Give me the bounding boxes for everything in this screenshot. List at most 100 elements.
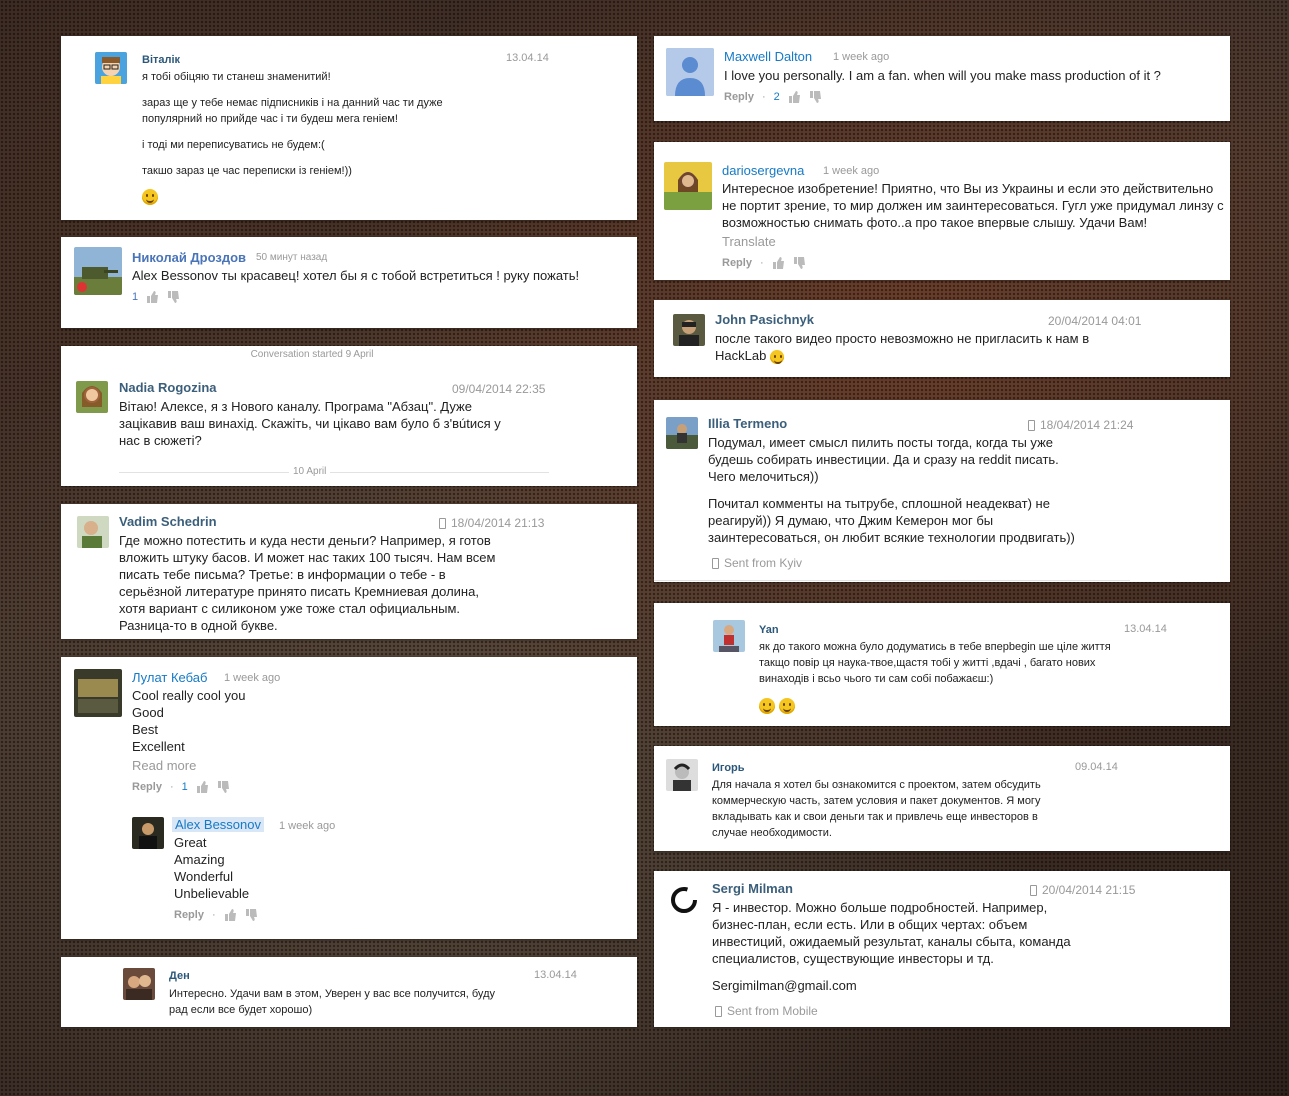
author-name[interactable]: Nadia Rogozina [119, 380, 217, 395]
thumbs-up-icon[interactable] [146, 291, 159, 303]
smile-emoji-icon [759, 697, 775, 714]
author-name[interactable]: dariosergevna [722, 163, 804, 178]
comment-date: 13.04.14 [534, 969, 577, 981]
author-name[interactable]: Illia Termeno [708, 416, 787, 431]
thumbs-up-icon[interactable] [788, 91, 801, 103]
comment-card-lulat: Лулат Кебаб 1 week ago Cool really cool … [61, 657, 637, 939]
reply-text: Great Amazing Wonderful Unbelievable [174, 834, 374, 902]
reply-line: Amazing [174, 852, 225, 867]
like-count: 1 [181, 781, 188, 793]
comment-line: Cool really cool you [132, 688, 246, 703]
comment-line: зараз ще у тебе немає підписників і на д… [142, 97, 443, 125]
phone-icon [439, 518, 446, 530]
comment-text: Вітаю! Алексе, я з Нового каналу. Програ… [119, 399, 501, 448]
comment-time: 1 week ago [224, 672, 281, 684]
comment-time: 20/04/2014 04:01 [1048, 314, 1142, 328]
reply-button[interactable]: Reply [132, 781, 162, 793]
avatar[interactable] [77, 516, 109, 548]
author-name[interactable]: Игорь [712, 760, 745, 776]
sent-from-value: Sent from Mobile [727, 1004, 818, 1018]
date-divider-label: 10 April [289, 466, 331, 477]
reply-line: Unbelievable [174, 886, 250, 901]
reply-button[interactable]: Reply [174, 909, 204, 921]
comment-text: Alex Bessonov ты красавец! хотел бы я с … [132, 268, 580, 283]
comment-text: Подумал, имеет смысл пилить посты тогда,… [708, 434, 1078, 546]
comment-line: і тоді ми переписуватись не будем:( [142, 139, 325, 151]
reply-avatar[interactable] [132, 817, 164, 849]
comment-card-yan: Yan 13.04.14 як до такого можна було дод… [654, 603, 1230, 726]
reply-button[interactable]: Reply [724, 91, 754, 103]
reply-author-name[interactable]: Alex Bessonov [172, 817, 264, 832]
author-name[interactable]: Лулат Кебаб [132, 670, 207, 685]
author-name[interactable]: Vadim Schedrin [119, 514, 217, 529]
comment-text: после такого видео просто невозможно не … [715, 330, 1115, 364]
thumbs-down-icon[interactable] [809, 91, 822, 103]
comment-card-nikolay: Николай Дроздов 50 минут назад Alex Bess… [61, 237, 637, 328]
thumbs-up-icon[interactable] [772, 257, 785, 269]
author-name[interactable]: Maxwell Dalton [724, 49, 812, 64]
comment-actions: 1 [132, 291, 180, 303]
author-name[interactable]: Віталік [142, 52, 180, 68]
thumbs-up-icon[interactable] [196, 781, 209, 793]
comment-text: Я - инвестор. Можно больше подробностей.… [712, 900, 1071, 966]
comment-text: Интересное изобретение! Приятно, что Вы … [722, 181, 1224, 230]
author-name[interactable]: Sergi Milman [712, 881, 793, 896]
avatar[interactable] [123, 968, 155, 1000]
comment-card-illia: Illia Termeno 18/04/2014 21:24 Подумал, … [654, 400, 1230, 582]
comment-text: Интересно. Удачи вам в этом, Уверен у ва… [169, 988, 495, 1016]
separator: · [211, 909, 216, 921]
author-name[interactable]: Николай Дроздов [132, 250, 246, 265]
date-divider-line [119, 472, 549, 473]
comment-date: 13.04.14 [506, 52, 549, 64]
avatar[interactable] [666, 48, 714, 96]
phone-icon [715, 1006, 722, 1018]
thumbs-up-icon[interactable] [224, 909, 237, 921]
time-value: 18/04/2014 21:24 [1040, 418, 1134, 432]
avatar[interactable] [76, 381, 108, 413]
avatar[interactable] [668, 884, 700, 916]
comment-line: я тобі обіцяю ти станеш знаменитий! [142, 71, 331, 83]
avatar[interactable] [666, 759, 698, 791]
avatar[interactable] [74, 669, 122, 717]
comment-time: 09/04/2014 22:35 [452, 382, 546, 396]
comment-card-igor: Игорь 09.04.14 Для начала я хотел бы озн… [654, 746, 1230, 851]
comment-card-sergi: Sergi Milman 20/04/2014 21:15 Я - инвест… [654, 871, 1230, 1027]
comment-text: я тобі обіцяю ти станеш знаменитий! зара… [142, 69, 472, 179]
comment-line: Good [132, 705, 164, 720]
comment-card-nadia: Conversation started 9 April Nadia Rogoz… [61, 346, 637, 486]
sent-from-value: Sent from Kyiv [724, 556, 803, 570]
comment-line: Best [132, 722, 159, 737]
comment-line: такшо зараз це час переписки із геніем!)… [142, 165, 352, 177]
thumbs-down-icon[interactable] [245, 909, 258, 921]
avatar[interactable] [95, 52, 127, 84]
phone-icon [712, 558, 719, 570]
avatar[interactable] [664, 162, 712, 210]
comment-card-dariosergevna: dariosergevna 1 week ago Интересное изоб… [654, 142, 1230, 280]
translate-link[interactable]: Translate [722, 233, 776, 250]
phone-icon [1030, 885, 1037, 897]
read-more-link[interactable]: Read more [132, 757, 196, 774]
thumbs-down-icon[interactable] [217, 781, 230, 793]
reply-button[interactable]: Reply [722, 257, 752, 269]
footer-divider [654, 580, 1130, 581]
comment-time: 20/04/2014 21:15 [1030, 883, 1135, 897]
sent-from: Sent from Mobile [715, 1004, 818, 1018]
reply-line: Great [174, 835, 207, 850]
author-name[interactable]: John Pasichnyk [715, 312, 814, 327]
comment-actions: Reply · 1 [132, 781, 230, 793]
comment-text: Cool really cool you Good Best Excellent [132, 687, 432, 755]
comment-card-maxwell: Maxwell Dalton 1 week ago I love you per… [654, 36, 1230, 121]
author-name[interactable]: Ден [169, 968, 190, 984]
author-name[interactable]: Yan [759, 622, 779, 638]
time-value: 18/04/2014 21:13 [451, 516, 545, 530]
comment-text: як до такого можна було додуматись в теб… [759, 641, 1111, 685]
avatar[interactable] [713, 620, 745, 652]
avatar[interactable] [74, 247, 122, 295]
sent-from: Sent from Kyiv [712, 556, 802, 570]
thumbs-down-icon[interactable] [167, 291, 180, 303]
reply-time: 1 week ago [279, 820, 336, 832]
thumbs-down-icon[interactable] [793, 257, 806, 269]
comment-time: 18/04/2014 21:13 [439, 516, 544, 530]
avatar[interactable] [673, 314, 705, 346]
avatar[interactable] [666, 417, 698, 449]
